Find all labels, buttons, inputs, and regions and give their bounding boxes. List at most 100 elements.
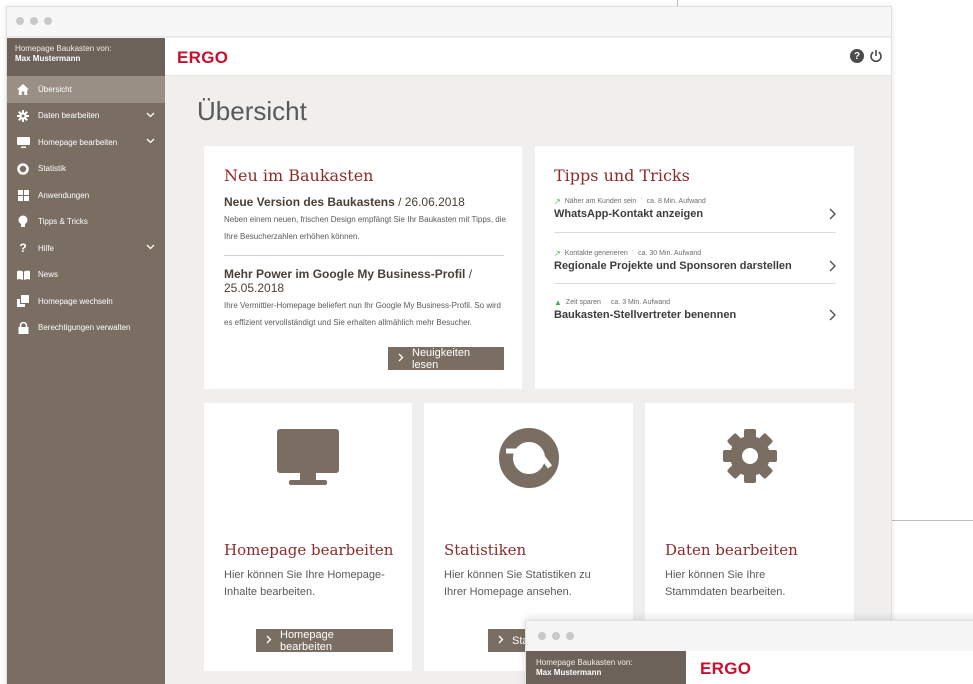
tip-divider <box>554 283 836 284</box>
sidebar-item-label: Anwendungen <box>38 190 90 200</box>
sidebar-item-label: Statistik <box>38 164 67 174</box>
tip-title: Baukasten-Stellvertreter benennen <box>554 309 737 321</box>
chevron-right-icon <box>829 308 836 326</box>
news-card: Neu im Baukasten Neue Version des Baukas… <box>204 146 522 389</box>
tip-effort: ca. 3 Min. Aufwand <box>610 299 671 306</box>
sidebar-item-anwendungen[interactable]: Anwendungen <box>7 182 165 209</box>
tips-card: Tipps und Tricks ↗ Näher am Kunden sein … <box>535 146 854 389</box>
sidebar-item-label: Tipps & Tricks <box>38 217 88 227</box>
stats-icon <box>424 427 633 489</box>
edit-homepage-button[interactable]: Homepage bearbeiten <box>256 628 393 653</box>
ergo-logo[interactable]: ERGO <box>700 659 751 679</box>
sidebar-owner-name: Max Mustermann <box>15 54 81 63</box>
sidebar-item-homepage-wechseln[interactable]: Homepage wechseln <box>7 288 165 315</box>
tip-category: Näher am Kunden sein <box>564 198 637 205</box>
sidebar-owner: Homepage Baukasten von: Max Mustermann <box>526 651 686 684</box>
feature-description: Hier können Sie Ihre Stammdaten bearbeit… <box>665 569 786 598</box>
tip-item[interactable]: ↗ Näher am Kunden sein ˈ ca. 8 Min. Aufw… <box>554 197 836 220</box>
top-actions: ? <box>850 49 883 68</box>
sidebar-owner-label: Homepage Baukasten von: <box>536 658 633 667</box>
news-headline[interactable]: Mehr Power im Google My Business-Profil <box>224 267 465 281</box>
trend-arrow-icon: ↗ <box>554 249 561 258</box>
feature-title: Homepage bearbeiten <box>224 541 394 559</box>
sidebar-item-label: Hilfe <box>38 243 55 253</box>
chevron-down-icon <box>146 111 155 120</box>
read-news-button[interactable]: Neuigkeiten lesen <box>388 346 504 371</box>
sidebar-item-homepage-bearbeiten[interactable]: Homepage bearbeiten <box>7 129 165 156</box>
sidebar-owner-name: Max Mustermann <box>536 668 602 677</box>
sidebar-item-uebersicht[interactable]: Übersicht <box>7 76 165 103</box>
news-divider <box>224 255 504 256</box>
sidebar-owner-label: Homepage Baukasten von: <box>15 44 112 53</box>
news-text: Neben einem neuen, frischen Design empfä… <box>224 215 506 241</box>
question-icon: ? <box>19 241 27 256</box>
sidebar-item-berechtigungen[interactable]: Berechtigungen verwalten <box>7 315 165 342</box>
monitor-icon <box>16 135 30 149</box>
news-card-title: Neu im Baukasten <box>224 166 374 185</box>
window-dot-maximize[interactable] <box>44 17 52 25</box>
tip-effort: ca. 30 Min. Aufwand <box>638 250 702 257</box>
home-icon <box>16 82 30 96</box>
sidebar-item-label: Berechtigungen verwalten <box>38 323 131 333</box>
news-item: Neue Version des Baukastens / 26.06.2018… <box>224 195 506 245</box>
feature-title: Statistiken <box>444 541 527 559</box>
window-dot-minimize[interactable] <box>552 632 560 640</box>
news-headline[interactable]: Neue Version des Baukastens <box>224 195 395 209</box>
gear-icon <box>645 425 854 487</box>
trend-arrow-icon: ↗ <box>554 197 561 206</box>
top-bar: ERGO ? <box>165 38 891 76</box>
feature-title: Daten bearbeiten <box>665 541 798 559</box>
tip-item[interactable]: ↗ Kontakte generieren ˈ ca. 30 Min. Aufw… <box>554 249 836 272</box>
tip-divider <box>554 232 836 233</box>
window-dot-maximize[interactable] <box>566 632 574 640</box>
tip-category: Zeit sparen <box>565 299 601 306</box>
gear-icon <box>16 109 30 123</box>
pages-icon <box>16 294 30 308</box>
help-icon[interactable]: ? <box>850 49 864 63</box>
second-app-window: Homepage Baukasten von: Max Mustermann E… <box>525 620 973 684</box>
chevron-right-icon <box>398 353 404 365</box>
sidebar: Homepage Baukasten von: Max Mustermann Ü… <box>7 38 165 684</box>
ergo-logo[interactable]: ERGO <box>177 48 228 68</box>
top-bar: ERGO <box>686 651 973 684</box>
sidebar-item-label: Homepage bearbeiten <box>38 137 118 147</box>
tip-item[interactable]: ▲ Zeit sparen ca. 3 Min. Aufwand Baukast… <box>554 298 836 321</box>
feature-card-homepage: Homepage bearbeiten Hier können Sie Ihre… <box>204 403 412 671</box>
window-dot-minimize[interactable] <box>30 17 38 25</box>
window-titlebar <box>7 7 891 37</box>
chevron-down-icon <box>146 137 155 146</box>
news-date: / 26.06.2018 <box>394 195 465 209</box>
power-icon[interactable] <box>869 49 883 68</box>
window-dot-close[interactable] <box>538 632 546 640</box>
page-title: Übersicht <box>197 96 307 126</box>
lightbulb-icon <box>16 215 30 229</box>
chevron-right-icon <box>829 259 836 277</box>
sidebar-owner: Homepage Baukasten von: Max Mustermann <box>7 38 165 76</box>
chevron-right-icon <box>266 635 272 647</box>
button-label: Neuigkeiten lesen <box>412 346 471 371</box>
window-dot-close[interactable] <box>16 17 24 25</box>
chevron-down-icon <box>146 243 155 252</box>
monitor-icon <box>204 429 412 487</box>
sidebar-item-daten-bearbeiten[interactable]: Daten bearbeiten <box>7 103 165 130</box>
chevron-right-icon <box>829 207 836 225</box>
sidebar-item-statistik[interactable]: Statistik <box>7 156 165 183</box>
chevron-right-icon <box>498 635 504 647</box>
tip-effort: ca. 8 Min. Aufwand <box>646 198 706 205</box>
grid-icon <box>16 188 30 202</box>
feature-description: Hier können Sie Ihre Homepage-Inhalte be… <box>224 569 385 598</box>
sidebar-item-label: Homepage wechseln <box>38 296 113 306</box>
sidebar-item-label: Daten bearbeiten <box>38 111 100 121</box>
sidebar-item-label: News <box>38 270 59 280</box>
sidebar-item-label: Übersicht <box>38 84 72 94</box>
button-label: Homepage bearbeiten <box>280 628 334 653</box>
tip-title: Regionale Projekte und Sponsoren darstel… <box>554 260 792 272</box>
stats-icon <box>16 162 30 176</box>
sidebar-item-tipps-tricks[interactable]: Tipps & Tricks <box>7 209 165 236</box>
hourglass-icon: ▲ <box>554 298 562 307</box>
lock-icon <box>16 321 30 335</box>
news-item: Mehr Power im Google My Business-Profil … <box>224 267 506 331</box>
sidebar-item-news[interactable]: News <box>7 262 165 289</box>
sidebar-item-hilfe[interactable]: ? Hilfe <box>7 235 165 262</box>
tip-category: Kontakte generieren <box>564 250 628 257</box>
